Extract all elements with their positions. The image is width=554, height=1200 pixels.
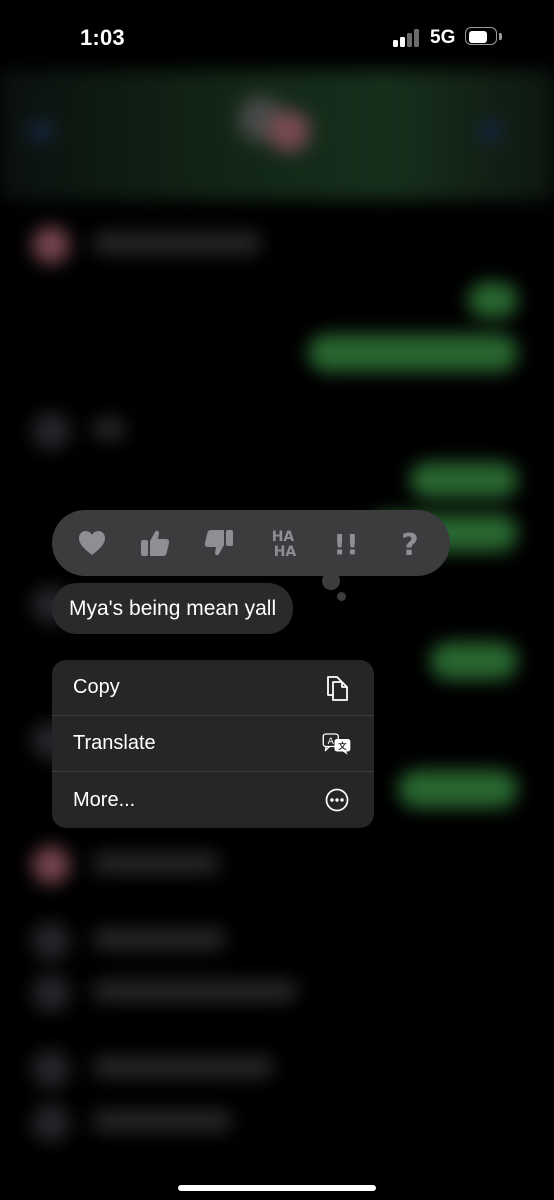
network-type-label: 5G: [430, 27, 456, 48]
status-time: 1:03: [80, 25, 125, 50]
tapback-question-button[interactable]: ?: [387, 520, 433, 566]
message-context-menu: Copy Translate A 文 More...: [52, 660, 374, 828]
thumbs-up-icon: [141, 530, 170, 556]
tapback-thumbs-down-button[interactable]: [196, 520, 242, 566]
copy-icon: [322, 673, 352, 703]
svg-text:HA: HA: [274, 544, 297, 560]
home-indicator[interactable]: [178, 1185, 376, 1191]
tapback-bubble-tail: [322, 572, 340, 590]
status-bar: 1:03 5G: [0, 0, 554, 70]
battery-icon: [465, 27, 503, 47]
menu-item-translate[interactable]: Translate A 文: [52, 716, 374, 772]
svg-text:?: ?: [401, 528, 418, 559]
menu-item-label: More...: [73, 788, 136, 811]
translate-icon: A 文: [322, 729, 352, 759]
message-text: Mya's being mean yall: [69, 596, 277, 620]
menu-item-more[interactable]: More...: [52, 772, 374, 828]
menu-item-label: Translate: [73, 732, 156, 754]
question-mark-icon: ?: [401, 528, 418, 559]
tapback-haha-button[interactable]: HA HA: [260, 520, 306, 566]
svg-text:!!: !!: [334, 528, 360, 559]
svg-text:A: A: [328, 736, 335, 747]
focused-message-bubble[interactable]: Mya's being mean yall: [52, 583, 294, 634]
tapback-bubble-tail: [337, 592, 346, 601]
tapback-reaction-bar: HA HA !! ?: [52, 510, 450, 576]
tapback-emphasize-button[interactable]: !!: [323, 520, 369, 566]
svg-text:HA: HA: [272, 529, 295, 545]
tapback-thumbs-up-button[interactable]: [132, 520, 178, 566]
tapback-heart-button[interactable]: [69, 520, 115, 566]
svg-text:文: 文: [338, 741, 347, 751]
heart-icon: [78, 531, 105, 555]
double-exclamation-icon: !!: [334, 528, 360, 559]
haha-icon: HA HA: [272, 529, 297, 560]
menu-item-label: Copy: [73, 676, 120, 698]
thumbs-down-icon: [205, 530, 234, 556]
more-icon: [322, 785, 352, 815]
cellular-signal-icon: [393, 29, 423, 47]
menu-item-copy[interactable]: Copy: [52, 660, 374, 716]
